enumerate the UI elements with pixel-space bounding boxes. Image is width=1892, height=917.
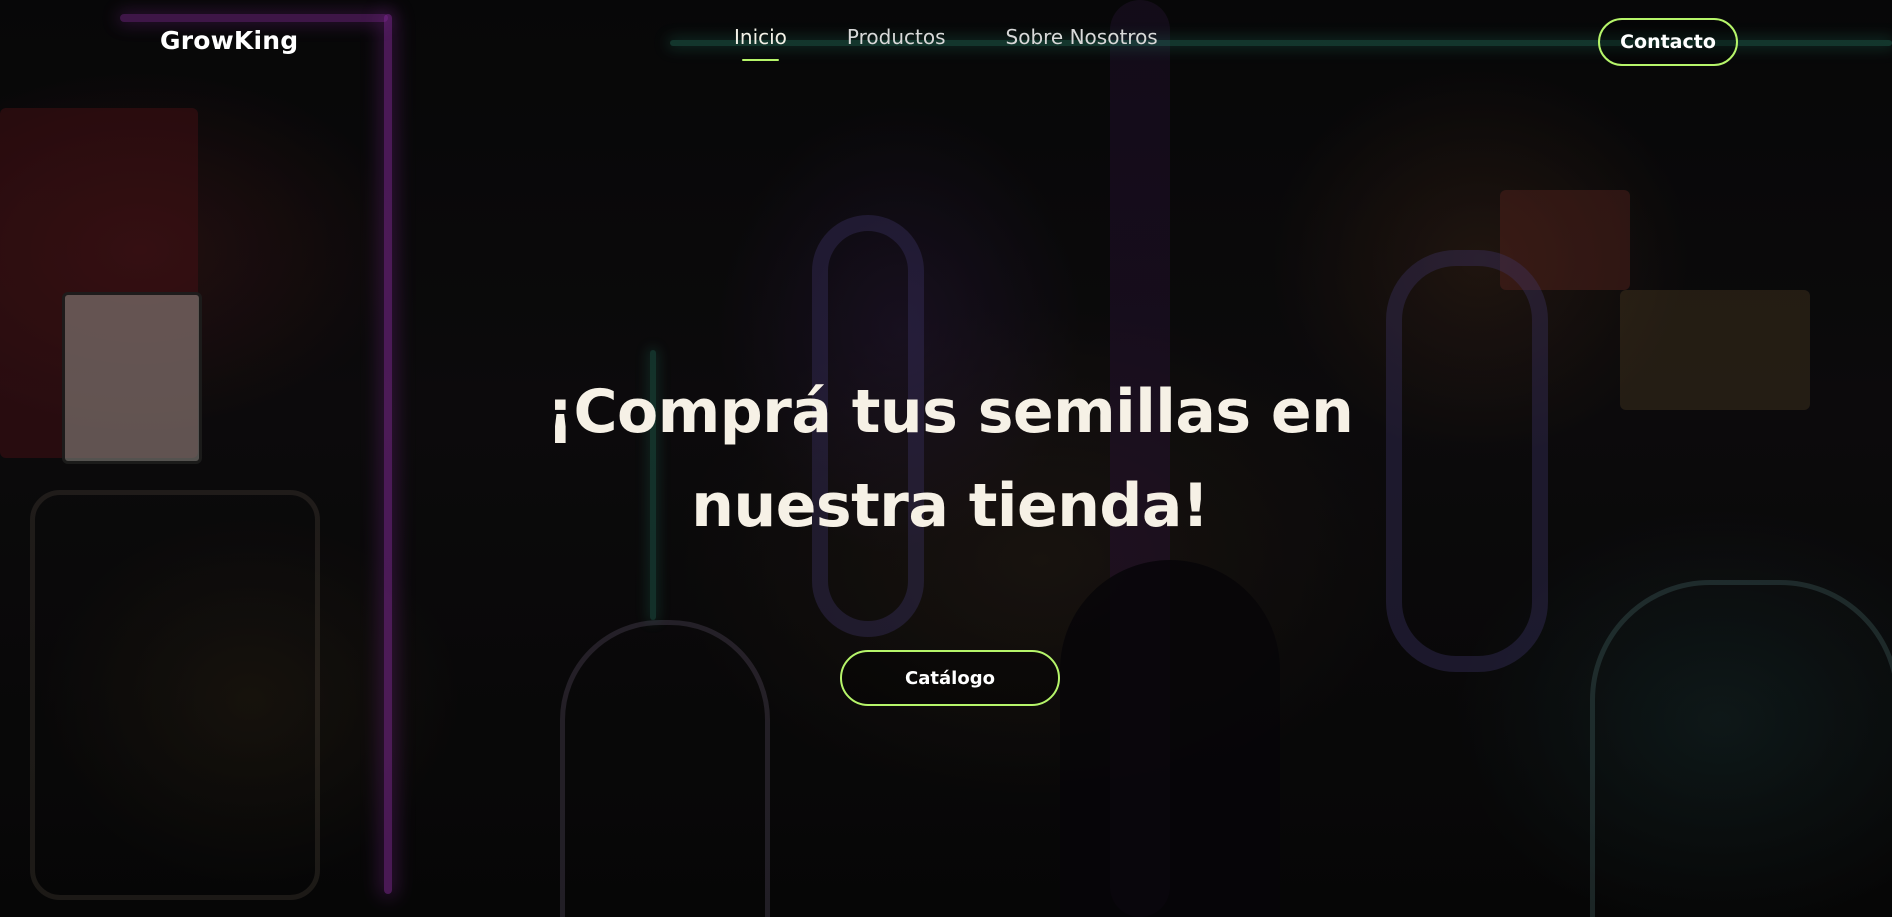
hero-title: ¡Comprá tus semillas en nuestra tienda! [546, 377, 1354, 541]
nav-link-inicio[interactable]: Inicio [734, 25, 787, 61]
brand-logo[interactable]: GrowKing [160, 26, 298, 55]
contact-button[interactable]: Contacto [1598, 18, 1738, 66]
hero-section: GrowKing Inicio Productos Sobre Nosotros… [0, 0, 1892, 917]
navbar: GrowKing Inicio Productos Sobre Nosotros… [0, 0, 1892, 90]
catalog-button[interactable]: Catálogo [840, 650, 1060, 706]
main-menu: Inicio Productos Sobre Nosotros [734, 25, 1158, 61]
nav-link-sobre-nosotros[interactable]: Sobre Nosotros [1006, 25, 1158, 49]
nav-link-productos[interactable]: Productos [847, 25, 946, 49]
